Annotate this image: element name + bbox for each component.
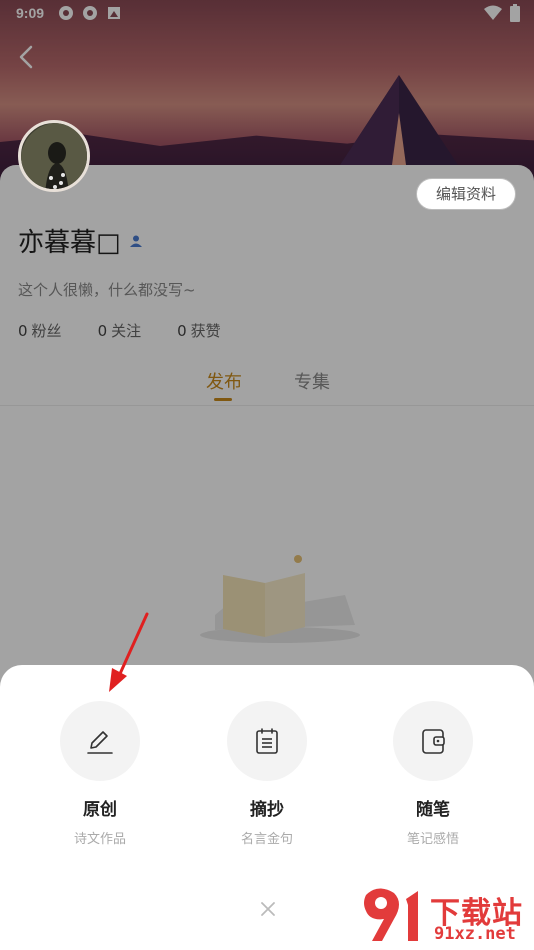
watermark-site: 91xz.net [434,924,516,944]
option-subtitle: 名言金句 [240,832,293,847]
option-icon-circle [60,701,140,781]
option-subtitle: 诗文作品 [73,832,126,847]
option-excerpt[interactable]: 摘抄 名言金句 [207,701,327,847]
clipboard-icon [256,728,278,754]
avatar[interactable] [18,120,90,192]
annotation-arrow-icon [109,612,149,692]
option-essay[interactable]: 随笔 笔记感悟 [373,701,493,847]
option-icon-circle [393,701,473,781]
option-title: 摘抄 [250,800,284,820]
edit-profile-button[interactable]: 编辑资料 [416,178,516,210]
notebook-icon [422,729,445,754]
option-icon-circle [227,701,307,781]
pencil-icon [87,731,113,754]
option-original[interactable]: 原创 诗文作品 [40,701,160,847]
option-subtitle: 笔记感悟 [406,832,459,847]
close-icon[interactable] [257,898,279,920]
option-title: 随笔 [416,800,450,820]
option-title: 原创 [83,800,117,820]
